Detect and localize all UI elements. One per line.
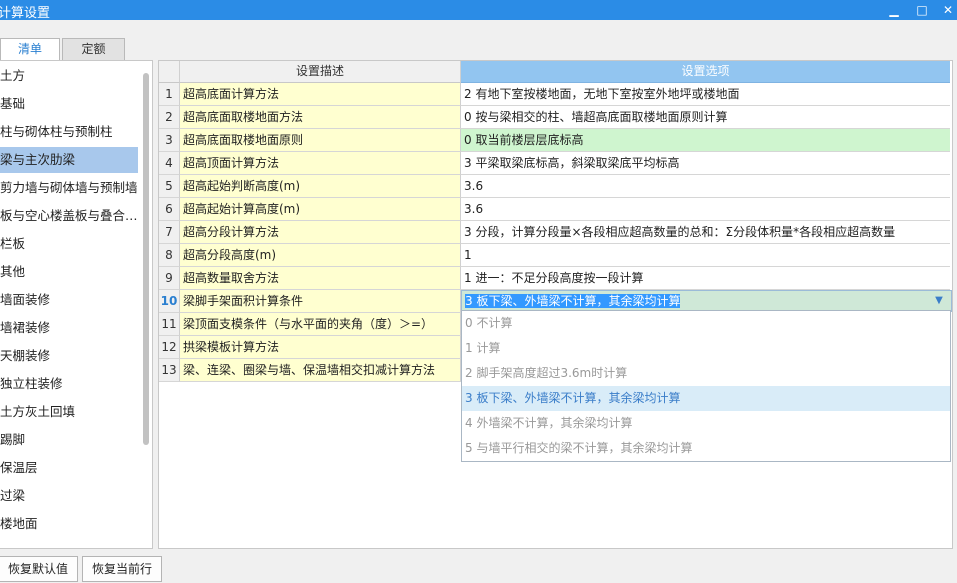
setting-option[interactable]: 3.6 [461,175,950,198]
category-item[interactable]: 土方 [0,63,138,89]
table-row[interactable]: 9 超高数量取舍方法 1 进一：不足分段高度按一段计算 [159,267,950,290]
tab-quota[interactable]: 定额 [62,38,125,60]
row-number: 13 [159,359,180,382]
table-row[interactable]: 1 超高底面计算方法 2 有地下室按楼地面，无地下室按室外地坪或楼地面 [159,83,950,106]
minimize-icon[interactable]: ▁ [885,1,903,19]
setting-description: 梁脚手架面积计算条件 [180,290,461,313]
description-column-header: 设置描述 [180,61,461,83]
row-number: 3 [159,129,180,152]
maximize-icon[interactable]: □ [913,1,931,19]
category-item[interactable]: 保温层 [0,455,138,481]
option-combobox-value: 3 板下梁、外墙梁不计算，其余梁均计算 [465,294,681,308]
row-number: 11 [159,313,180,336]
dropdown-option-selected[interactable]: 3 板下梁、外墙梁不计算，其余梁均计算 [462,386,950,411]
setting-description: 超高顶面计算方法 [180,152,461,175]
list-scrollbar[interactable] [143,73,149,445]
category-item[interactable]: 其他 [0,259,138,285]
setting-description: 超高底面取楼地面原则 [180,129,461,152]
category-item[interactable]: 天棚装修 [0,343,138,369]
row-number: 2 [159,106,180,129]
close-icon[interactable]: ✕ [939,1,957,19]
setting-option[interactable]: 3 分段，计算分段量×各段相应超高数量的总和：Σ分段体积量*各段相应超高数量 [461,221,950,244]
setting-option[interactable]: 3.6 [461,198,950,221]
row-number: 4 [159,152,180,175]
title-bar: 计算设置 ▁ □ ✕ [0,0,957,21]
table-row[interactable]: 4 超高顶面计算方法 3 平梁取梁底标高，斜梁取梁底平均标高 [159,152,950,175]
row-number: 8 [159,244,180,267]
table-row[interactable]: 5 超高起始判断高度(m) 3.6 [159,175,950,198]
table-row[interactable]: 7 超高分段计算方法 3 分段，计算分段量×各段相应超高数量的总和：Σ分段体积量… [159,221,950,244]
dropdown-option[interactable]: 1 计算 [462,336,950,361]
table-row[interactable]: 6 超高起始计算高度(m) 3.6 [159,198,950,221]
setting-option[interactable]: 3 平梁取梁底标高，斜梁取梁底平均标高 [461,152,950,175]
category-item[interactable]: 墙面装修 [0,287,138,313]
row-number: 10 [159,290,180,313]
option-combobox[interactable]: 3 板下梁、外墙梁不计算，其余梁均计算 ▼ [461,290,952,312]
row-number: 7 [159,221,180,244]
setting-description: 超高数量取舍方法 [180,267,461,290]
category-item[interactable]: 过梁 [0,483,138,509]
settings-grid: 设置描述 设置选项 1 超高底面计算方法 2 有地下室按楼地面，无地下室按室外地… [158,60,953,549]
window-title: 计算设置 [0,6,51,21]
row-number: 9 [159,267,180,290]
setting-description: 超高底面计算方法 [180,83,461,106]
category-item-selected[interactable]: 梁与主次肋梁 [0,147,138,173]
category-item[interactable]: 独立柱装修 [0,371,138,397]
dropdown-option[interactable]: 0 不计算 [462,311,950,336]
table-row[interactable]: 8 超高分段高度(m) 1 [159,244,950,267]
setting-description: 拱梁模板计算方法 [180,336,461,359]
setting-option[interactable]: 2 有地下室按楼地面，无地下室按室外地坪或楼地面 [461,83,950,106]
setting-option[interactable]: 1 进一：不足分段高度按一段计算 [461,267,950,290]
setting-description: 梁顶面支模条件（与水平面的夹角（度）＞=） [180,313,461,336]
setting-description: 超高起始判断高度(m) [180,175,461,198]
restore-default-button[interactable]: 恢复默认值 [0,556,78,582]
category-item[interactable]: 剪力墙与砌体墙与预制墙 [0,175,138,201]
row-number: 12 [159,336,180,359]
row-number: 6 [159,198,180,221]
setting-description: 梁、连梁、圈梁与墙、保温墙相交扣减计算方法 [180,359,461,382]
setting-option[interactable]: 0 按与梁相交的柱、墙超高底面取楼地面原则计算 [461,106,950,129]
restore-current-row-button[interactable]: 恢复当前行 [82,556,162,582]
tab-bill[interactable]: 清单 [0,38,60,61]
table-row[interactable]: 3 超高底面取楼地面原则 0 取当前楼层层底标高 [159,129,950,152]
row-number-header [159,61,180,83]
category-list: 土方 基础 柱与砌体柱与预制柱 梁与主次肋梁 剪力墙与砌体墙与预制墙 板与空心楼… [0,60,153,549]
category-item[interactable]: 柱与砌体柱与预制柱 [0,119,138,145]
dropdown-option[interactable]: 5 与墙平行相交的梁不计算，其余梁均计算 [462,436,950,461]
category-item[interactable]: 栏板 [0,231,138,257]
setting-description: 超高分段计算方法 [180,221,461,244]
setting-description: 超高底面取楼地面方法 [180,106,461,129]
setting-description: 超高分段高度(m) [180,244,461,267]
category-item[interactable]: 楼地面 [0,511,138,537]
setting-description: 超高起始计算高度(m) [180,198,461,221]
dropdown-option[interactable]: 4 外墙梁不计算，其余梁均计算 [462,411,950,436]
chevron-down-icon[interactable]: ▼ [932,291,946,311]
dropdown-option[interactable]: 2 脚手架高度超过3.6m时计算 [462,361,950,386]
category-item[interactable]: 踢脚 [0,427,138,453]
setting-option[interactable]: 0 取当前楼层层底标高 [461,129,950,152]
category-item[interactable]: 板与空心楼盖板与叠合… [0,203,138,229]
option-dropdown-list: 0 不计算 1 计算 2 脚手架高度超过3.6m时计算 3 板下梁、外墙梁不计算… [461,310,951,462]
row-number: 1 [159,83,180,106]
category-item[interactable]: 土方灰土回填 [0,399,138,425]
category-item[interactable]: 墙裙装修 [0,315,138,341]
category-item[interactable]: 基础 [0,91,138,117]
row-number: 5 [159,175,180,198]
table-row[interactable]: 2 超高底面取楼地面方法 0 按与梁相交的柱、墙超高底面取楼地面原则计算 [159,106,950,129]
option-column-header: 设置选项 [461,61,950,83]
setting-option[interactable]: 1 [461,244,950,267]
